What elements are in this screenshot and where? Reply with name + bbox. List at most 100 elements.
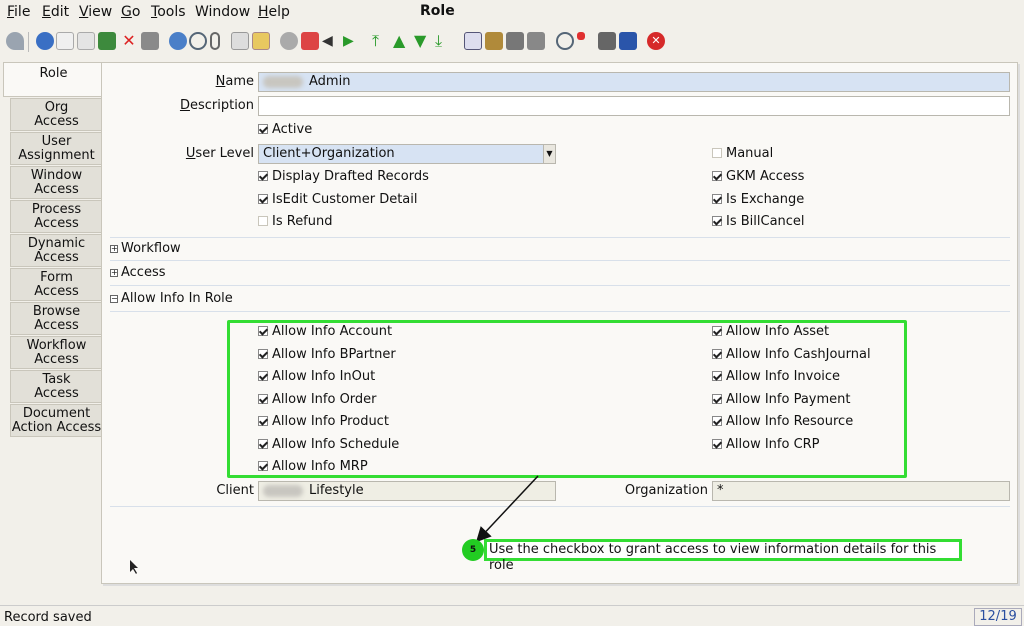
checkbox-icon <box>712 148 722 158</box>
allow-info-section[interactable]: − Allow Info In Role <box>110 288 1010 312</box>
menu-go[interactable]: Go <box>121 4 140 20</box>
report-icon[interactable] <box>464 32 482 50</box>
allow-info-cashjournal-checkbox[interactable]: Allow Info CashJournal <box>712 347 871 362</box>
checkbox-icon <box>258 371 268 381</box>
description-field[interactable] <box>258 96 1010 116</box>
tab-process-access[interactable]: Process Access <box>10 200 102 233</box>
user-level-label: User Level <box>185 146 254 161</box>
organization-field: * <box>712 481 1010 501</box>
new-record-icon[interactable] <box>56 32 74 50</box>
allow-info-mrp-checkbox[interactable]: Allow Info MRP <box>258 459 368 474</box>
name-label: Name <box>215 74 254 89</box>
checkbox-icon <box>258 349 268 359</box>
gkm-access-checkbox[interactable]: GKM Access <box>712 169 804 184</box>
tab-browse-access[interactable]: Browse Access <box>10 302 102 335</box>
user-level-select[interactable]: Client+Organization ▼ <box>258 144 556 164</box>
allow-info-product-checkbox[interactable]: Allow Info Product <box>258 414 389 429</box>
archive-icon[interactable] <box>141 32 159 50</box>
active-checkbox[interactable]: Active <box>258 122 312 137</box>
attachment-icon[interactable] <box>210 32 220 50</box>
previous-record-icon[interactable]: ▲ <box>393 32 411 50</box>
menu-file[interactable]: File <box>7 4 30 20</box>
tab-dynamic-access[interactable]: Dynamic Access <box>10 234 102 267</box>
next-record-icon[interactable]: ▼ <box>414 32 432 50</box>
is-exchange-checkbox[interactable]: Is Exchange <box>712 192 804 207</box>
expand-icon[interactable]: + <box>110 245 118 253</box>
allow-info-crp-checkbox[interactable]: Allow Info CRP <box>712 437 820 452</box>
menu-window[interactable]: Window <box>195 4 250 20</box>
checkbox-icon <box>712 349 722 359</box>
request-icon[interactable] <box>598 32 616 50</box>
checkbox-icon <box>712 416 722 426</box>
isedit-customer-checkbox[interactable]: IsEdit Customer Detail <box>258 192 418 207</box>
allow-info-asset-checkbox[interactable]: Allow Info Asset <box>712 324 829 339</box>
allow-info-payment-checkbox[interactable]: Allow Info Payment <box>712 392 850 407</box>
tab-workflow-access[interactable]: Workflow Access <box>10 336 102 369</box>
save-icon[interactable] <box>98 32 116 50</box>
checkbox-icon <box>712 171 722 181</box>
allow-info-inout-checkbox[interactable]: Allow Info InOut <box>258 369 375 384</box>
tab-form-access[interactable]: Form Access <box>10 268 102 301</box>
detail-icon[interactable]: ▶ <box>343 32 361 50</box>
checkbox-icon <box>258 194 268 204</box>
allow-info-account-checkbox[interactable]: Allow Info Account <box>258 324 392 339</box>
archived-docs-icon[interactable] <box>485 32 503 50</box>
tab-role[interactable]: Role <box>3 62 103 97</box>
undo-icon[interactable] <box>6 32 24 50</box>
home-icon[interactable] <box>301 32 319 50</box>
copy-record-icon[interactable] <box>77 32 95 50</box>
print-icon[interactable] <box>527 32 545 50</box>
is-refund-checkbox[interactable]: Is Refund <box>258 214 333 229</box>
tab-label: Form Access <box>34 270 79 299</box>
history-icon[interactable] <box>280 32 298 50</box>
checkbox-icon <box>258 394 268 404</box>
close-window-icon[interactable]: ✕ <box>647 32 665 50</box>
checkbox-icon <box>258 326 268 336</box>
name-field[interactable]: Admin <box>258 72 1010 92</box>
tab-window-access[interactable]: Window Access <box>10 166 102 199</box>
checkbox-icon <box>712 194 722 204</box>
first-record-icon[interactable]: ⤒ <box>372 32 390 50</box>
allow-info-order-checkbox[interactable]: Allow Info Order <box>258 392 377 407</box>
tab-user-assignment[interactable]: User Assignment <box>10 132 102 165</box>
record-panel: Name Admin Description Active User Level… <box>101 62 1018 584</box>
zoom-across-icon[interactable] <box>556 32 574 50</box>
tab-task-access[interactable]: Task Access <box>10 370 102 403</box>
refresh-icon[interactable] <box>169 32 187 50</box>
display-drafted-checkbox[interactable]: Display Drafted Records <box>258 169 429 184</box>
access-section[interactable]: + Access <box>110 262 1010 286</box>
tab-document-action-access[interactable]: Document Action Access <box>10 404 102 437</box>
checkbox-icon <box>258 124 268 134</box>
is-billcancel-checkbox[interactable]: Is BillCancel <box>712 214 805 229</box>
print-preview-icon[interactable] <box>506 32 524 50</box>
description-label: Description <box>179 98 254 113</box>
workflow-icon[interactable] <box>577 32 585 40</box>
chevron-down-icon[interactable]: ▼ <box>543 145 555 163</box>
allow-info-invoice-checkbox[interactable]: Allow Info Invoice <box>712 369 840 384</box>
expand-icon[interactable]: + <box>110 269 118 277</box>
tab-label: Browse Access <box>32 304 81 333</box>
help-icon[interactable] <box>36 32 54 50</box>
allow-info-resource-checkbox[interactable]: Allow Info Resource <box>712 414 853 429</box>
delete-icon[interactable]: ✕ <box>120 32 138 50</box>
menu-view[interactable]: View <box>79 4 112 20</box>
checkbox-icon <box>258 171 268 181</box>
manual-checkbox[interactable]: Manual <box>712 146 773 161</box>
parent-icon[interactable]: ◀ <box>322 32 340 50</box>
menu-tools[interactable]: Tools <box>151 4 186 20</box>
allow-info-bpartner-checkbox[interactable]: Allow Info BPartner <box>258 347 396 362</box>
record-counter[interactable]: 12/19 <box>974 608 1022 626</box>
menu-edit[interactable]: Edit <box>42 4 69 20</box>
collapse-icon[interactable]: − <box>110 295 118 303</box>
workflow-section[interactable]: + Workflow <box>110 237 1010 261</box>
chat-icon[interactable] <box>231 32 249 50</box>
allow-info-schedule-checkbox[interactable]: Allow Info Schedule <box>258 437 399 452</box>
multi-view-icon[interactable] <box>252 32 270 50</box>
find-icon[interactable] <box>189 32 207 50</box>
redacted-text <box>263 75 303 88</box>
product-info-icon[interactable] <box>619 32 637 50</box>
tab-org-access[interactable]: Org Access <box>10 98 102 131</box>
checkbox-icon <box>712 371 722 381</box>
menu-help[interactable]: Help <box>258 4 290 20</box>
last-record-icon[interactable]: ⤓ <box>435 32 453 50</box>
